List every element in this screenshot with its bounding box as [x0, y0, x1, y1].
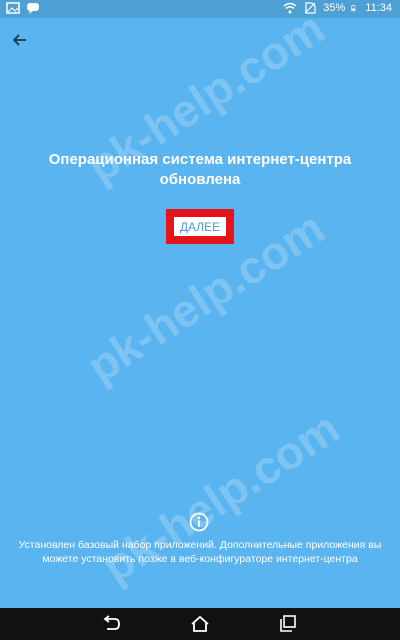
recent-apps-icon[interactable]: [278, 614, 300, 634]
gallery-icon: [6, 2, 20, 14]
battery-icon: [351, 4, 356, 12]
info-text: Установлен базовый набор приложений. Доп…: [18, 539, 382, 565]
battery-percent: 35%: [323, 2, 346, 14]
info-icon: [189, 512, 209, 532]
next-button[interactable]: ДАЛЕЕ: [174, 217, 226, 236]
navigation-bar: [0, 608, 400, 640]
back-nav-icon[interactable]: [100, 614, 122, 634]
highlight-frame: ДАЛЕЕ: [166, 209, 234, 244]
back-button[interactable]: [10, 30, 30, 50]
page-title: Операционная система интернет-центра обн…: [48, 151, 352, 188]
clock: 11:34: [365, 2, 392, 14]
home-icon[interactable]: [189, 614, 211, 634]
status-bar: 35% 11:34: [0, 0, 400, 18]
wifi-icon: [283, 2, 297, 14]
chat-icon: [27, 3, 39, 14]
arrow-left-icon: [13, 34, 26, 46]
no-sim-icon: [304, 2, 316, 14]
